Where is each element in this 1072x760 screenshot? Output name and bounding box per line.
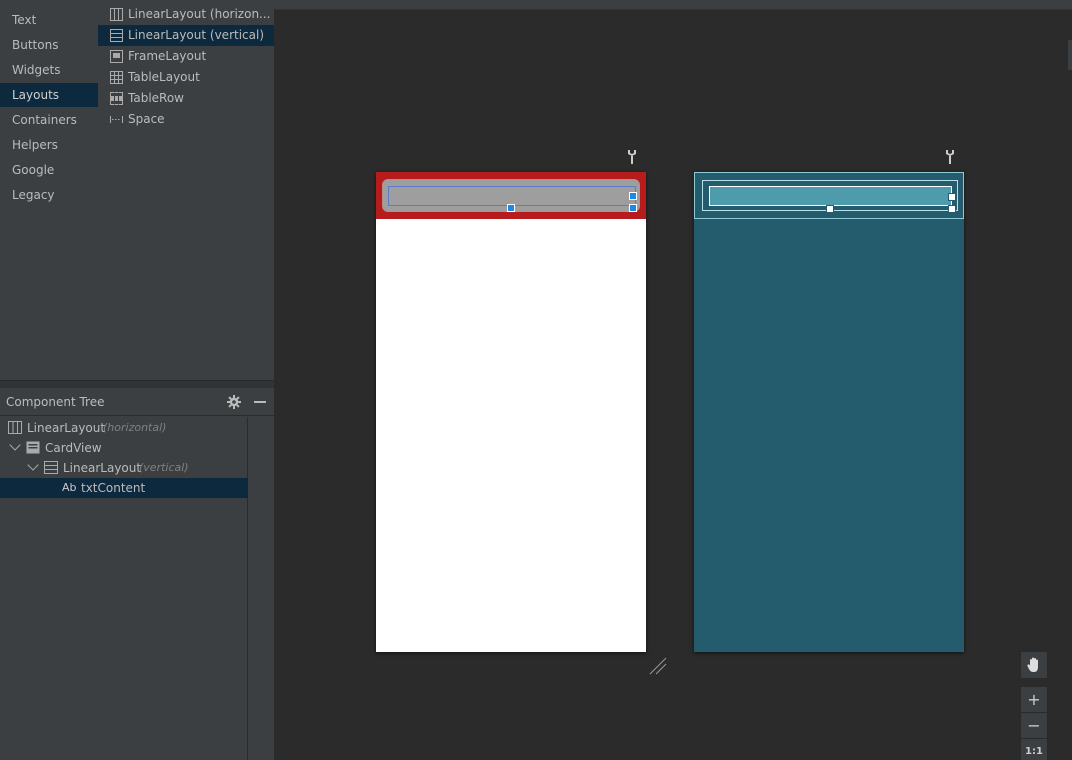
category-text[interactable]: Text [0, 8, 98, 32]
design-card-container[interactable] [376, 172, 646, 219]
frame-layout-icon [110, 50, 123, 63]
component-label: LinearLayout (horizon... [128, 7, 271, 21]
chevron-down-icon[interactable] [9, 439, 21, 451]
tree-item-label: txtContent [81, 481, 146, 495]
tree-item-meta: (horizontal) [103, 421, 167, 434]
tree-item-txtcontent[interactable]: Ab txtContent [0, 478, 248, 498]
component-tree-header: Component Tree [0, 388, 274, 416]
minimize-icon[interactable] [254, 401, 266, 403]
category-widgets[interactable]: Widgets [0, 58, 98, 82]
component-tablerow[interactable]: TableRow [98, 88, 274, 109]
tree-side-gutter [249, 417, 274, 760]
category-helpers[interactable]: Helpers [0, 133, 98, 157]
card-view-icon [26, 441, 40, 454]
category-layouts[interactable]: Layouts [0, 83, 98, 107]
component-label: TableRow [128, 91, 184, 105]
blueprint-surface[interactable] [694, 172, 964, 652]
component-linearlayout-horizontal[interactable]: LinearLayout (horizon... [98, 4, 274, 25]
tree-item-linearlayout-horizontal[interactable]: LinearLayout (horizontal) [0, 418, 248, 438]
tree-item-label: LinearLayout [63, 461, 142, 475]
component-framelayout[interactable]: FrameLayout [98, 46, 274, 67]
component-label: Space [128, 112, 165, 126]
category-google[interactable]: Google [0, 158, 98, 182]
space-icon [110, 116, 123, 123]
design-txtcontent[interactable] [388, 186, 636, 206]
linear-vertical-icon [110, 29, 123, 42]
canvas-scrollbar[interactable] [1068, 40, 1072, 70]
palette-panel: Text Buttons Widgets Layouts Containers … [0, 0, 274, 380]
gear-icon[interactable] [226, 394, 242, 410]
blueprint-card-container[interactable] [694, 172, 964, 219]
wrench-icon[interactable] [944, 150, 956, 164]
linear-horizontal-icon [110, 8, 123, 21]
resize-handle[interactable] [629, 204, 637, 212]
textview-icon: Ab [62, 481, 77, 494]
panel-splitter[interactable] [0, 380, 274, 388]
zoom-actual-size-button[interactable]: 1:1 [1020, 738, 1048, 760]
zoom-in-button[interactable]: + [1020, 686, 1048, 714]
tree-item-linearlayout-vertical[interactable]: LinearLayout (vertical) [0, 458, 248, 478]
design-canvas[interactable]: + − 1:1 [274, 10, 1072, 760]
table-row-icon [110, 92, 123, 105]
tree-item-label: CardView [45, 441, 102, 455]
linear-horizontal-icon [8, 421, 22, 434]
table-layout-icon [110, 71, 123, 84]
component-tree-panel: Component Tree LinearLayout (horizontal)… [0, 388, 274, 760]
tree-item-cardview[interactable]: CardView [0, 438, 248, 458]
resize-handle[interactable] [948, 193, 956, 201]
palette-categories: Text Buttons Widgets Layouts Containers … [0, 0, 98, 380]
chevron-down-icon[interactable] [27, 459, 39, 471]
category-legacy[interactable]: Legacy [0, 183, 98, 207]
device-resize-handle[interactable] [648, 656, 668, 676]
category-buttons[interactable]: Buttons [0, 33, 98, 57]
resize-handle[interactable] [948, 205, 956, 213]
wrench-icon[interactable] [626, 150, 638, 164]
component-tree: LinearLayout (horizontal) CardView Linea… [0, 417, 248, 760]
component-linearlayout-vertical[interactable]: LinearLayout (vertical) [98, 25, 274, 46]
design-toolbar [274, 0, 1072, 10]
component-tablelayout[interactable]: TableLayout [98, 67, 274, 88]
design-surface[interactable] [376, 172, 646, 652]
component-tree-title: Component Tree [6, 395, 105, 409]
resize-handle[interactable] [507, 204, 515, 212]
component-label: LinearLayout (vertical) [128, 28, 265, 42]
component-label: TableLayout [128, 70, 200, 84]
zoom-out-button[interactable]: − [1020, 712, 1048, 740]
palette-components: LinearLayout (horizon... LinearLayout (v… [98, 0, 274, 380]
category-containers[interactable]: Containers [0, 108, 98, 132]
component-space[interactable]: Space [98, 109, 274, 130]
linear-vertical-icon [44, 461, 58, 474]
hand-icon [1027, 657, 1038, 672]
tree-item-label: LinearLayout [27, 421, 106, 435]
component-label: FrameLayout [128, 49, 207, 63]
zoom-controls: + − 1:1 [1020, 651, 1048, 760]
blueprint-txtcontent[interactable] [709, 186, 952, 206]
pan-button[interactable] [1020, 651, 1048, 679]
resize-handle[interactable] [826, 205, 834, 213]
tree-item-meta: (vertical) [139, 461, 189, 474]
resize-handle[interactable] [629, 192, 637, 200]
